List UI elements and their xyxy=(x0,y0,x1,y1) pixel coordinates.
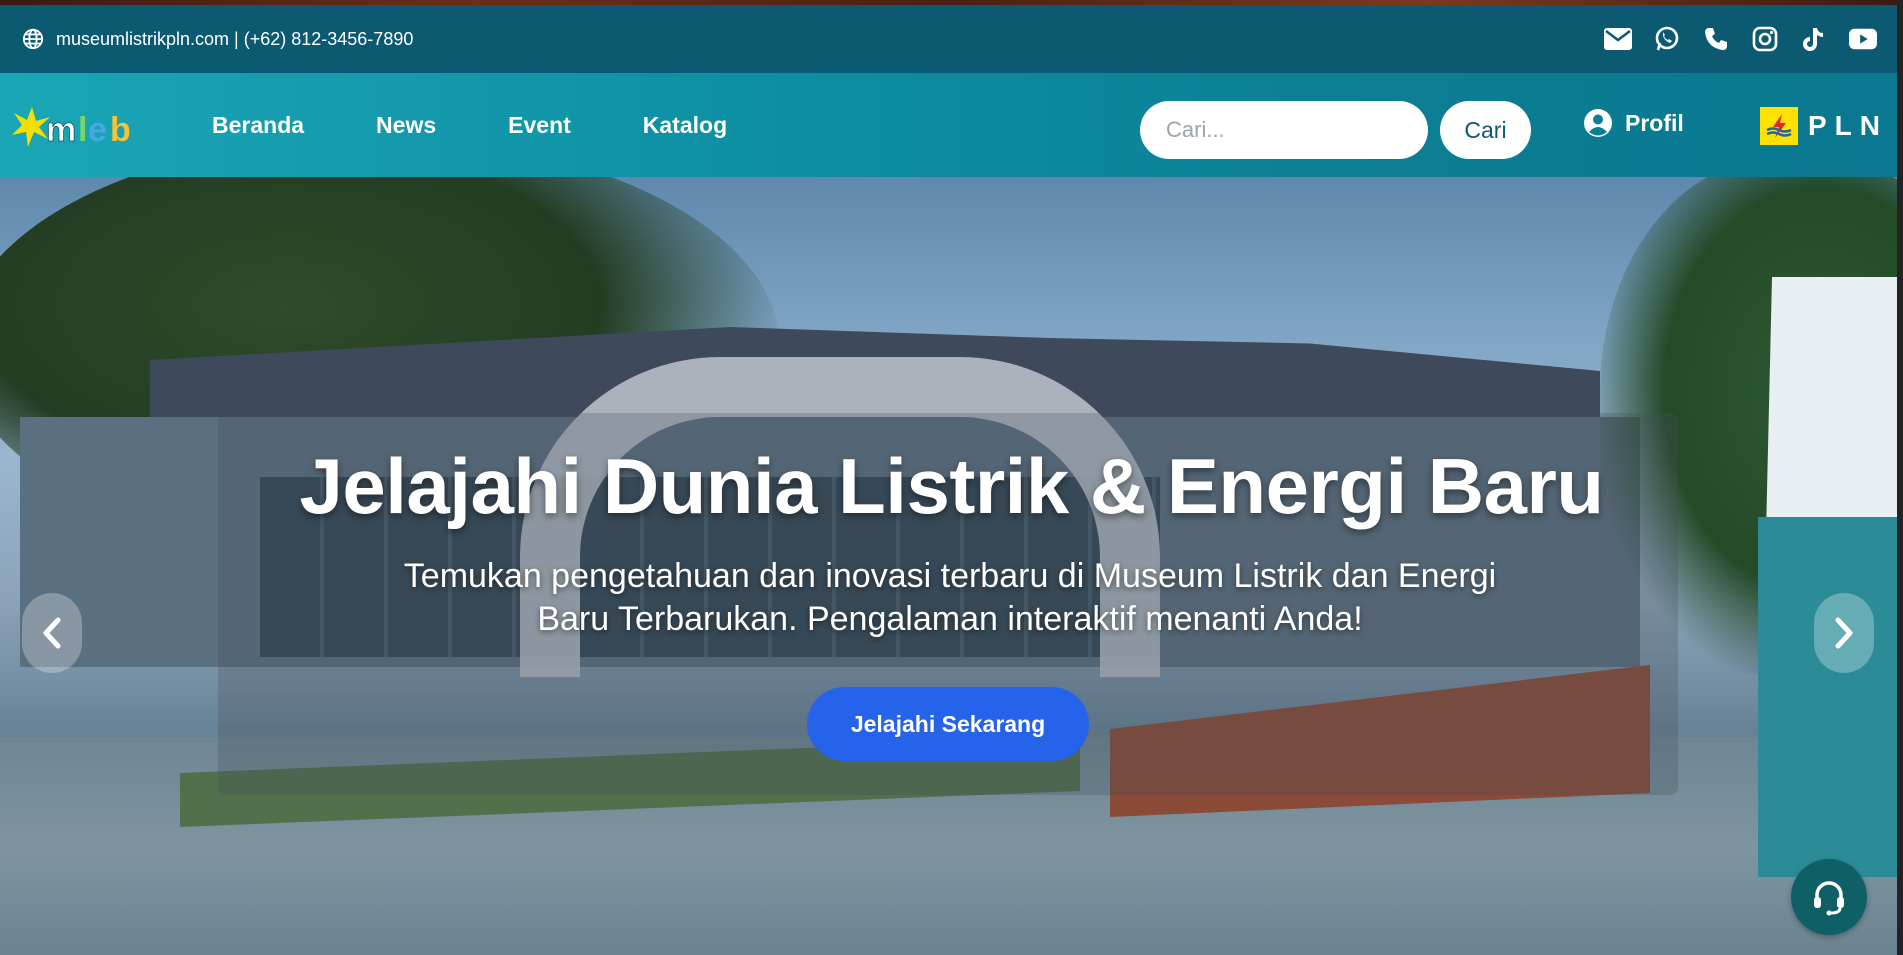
contact-info: museumlistrikpln.com | (+62) 812-3456-78… xyxy=(22,28,413,50)
pln-wordmark: PLN xyxy=(1808,110,1888,141)
website: museumlistrikpln.com | (+62) 812-3456-78… xyxy=(0,5,1897,955)
chevron-left-icon xyxy=(43,617,61,649)
phone-icon[interactable] xyxy=(1702,25,1730,53)
hero-subtitle: Temukan pengetahuan dan inovasi terbaru … xyxy=(403,557,1497,638)
contact-bar: museumlistrikpln.com | (+62) 812-3456-78… xyxy=(0,5,1897,73)
search-box xyxy=(1140,101,1428,159)
mail-icon[interactable] xyxy=(1604,25,1632,53)
nav-katalog[interactable]: Katalog xyxy=(643,112,727,139)
pln-emblem-icon xyxy=(1760,107,1798,145)
contact-text: museumlistrikpln.com | (+62) 812-3456-78… xyxy=(56,28,414,49)
window-edge xyxy=(1897,0,1903,955)
hero-title: Jelajahi Dunia Listrik & Energi Baru xyxy=(299,442,1604,530)
main-navbar: m l e b Beranda News Event Katalog Cari.… xyxy=(0,73,1897,177)
search-button[interactable]: Cari xyxy=(1440,101,1531,159)
svg-text:b: b xyxy=(110,111,131,149)
nav-beranda[interactable]: Beranda xyxy=(212,112,304,139)
search-input[interactable] xyxy=(1164,116,1408,144)
nav-news[interactable]: News xyxy=(376,112,436,139)
explore-now-button[interactable]: Jelajahi Sekarang xyxy=(807,687,1089,761)
nav-links: Beranda News Event Katalog xyxy=(212,73,799,177)
carousel-prev-button[interactable] xyxy=(22,593,82,673)
headset-icon xyxy=(1814,881,1844,916)
nav-event[interactable]: Event xyxy=(508,112,571,139)
svg-text:m: m xyxy=(46,111,76,149)
tiktok-icon[interactable] xyxy=(1800,25,1828,53)
svg-text:e: e xyxy=(88,111,107,149)
globe-icon xyxy=(22,28,44,50)
support-chat-button[interactable] xyxy=(1791,859,1867,935)
profile-label: Profil xyxy=(1625,109,1684,136)
browser-window: museumlistrikpln.com | (+62) 812-3456-78… xyxy=(0,0,1903,955)
whatsapp-icon[interactable] xyxy=(1653,25,1681,53)
chevron-right-icon xyxy=(1835,617,1853,649)
hero-carousel: Jelajahi Dunia Listrik & Energi Baru Tem… xyxy=(0,177,1897,955)
instagram-icon[interactable] xyxy=(1751,25,1779,53)
mleb-logo[interactable]: m l e b xyxy=(10,105,142,151)
youtube-icon[interactable] xyxy=(1849,25,1877,53)
social-links xyxy=(1604,25,1877,53)
carousel-next-button[interactable] xyxy=(1814,593,1874,673)
profile-link[interactable]: Profil xyxy=(1583,108,1684,138)
pln-signpost-base xyxy=(1758,517,1897,877)
user-circle-icon xyxy=(1584,109,1612,137)
pln-logo[interactable]: PLN xyxy=(1760,107,1888,145)
svg-text:l: l xyxy=(78,111,87,149)
